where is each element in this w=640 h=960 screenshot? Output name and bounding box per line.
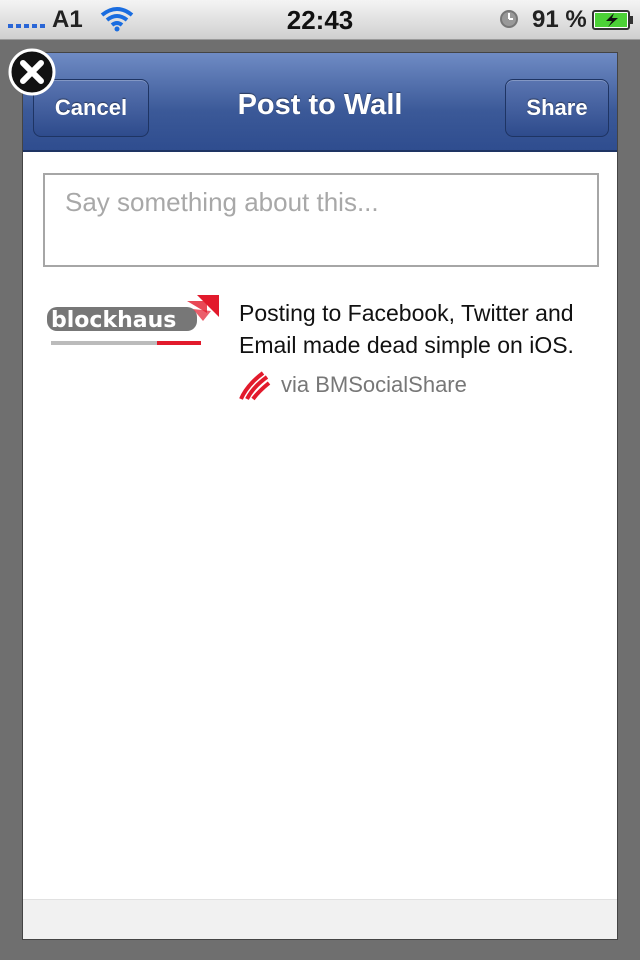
post-to-wall-dialog: Cancel Post to Wall Share Say something …	[22, 52, 618, 940]
status-bar: A1 22:43 91 %	[0, 0, 640, 40]
svg-text:blockhaus: blockhaus	[51, 308, 176, 333]
share-description: Posting to Facebook, Twitter and Email m…	[239, 300, 574, 358]
dialog-footer	[23, 899, 617, 939]
dialog-navbar: Cancel Post to Wall Share	[23, 53, 617, 152]
via-label: via BMSocialShare	[281, 372, 467, 397]
battery-icon	[592, 10, 633, 30]
alarm-icon	[500, 10, 518, 28]
battery-percent: 91 %	[532, 6, 587, 33]
via-attribution: via BMSocialShare	[239, 369, 467, 401]
blockhaus-mark-icon	[239, 371, 271, 401]
comment-input[interactable]: Say something about this...	[43, 173, 599, 267]
share-button[interactable]: Share	[505, 79, 609, 137]
close-icon[interactable]	[8, 48, 56, 96]
blockhaus-logo: blockhaus	[47, 295, 219, 345]
